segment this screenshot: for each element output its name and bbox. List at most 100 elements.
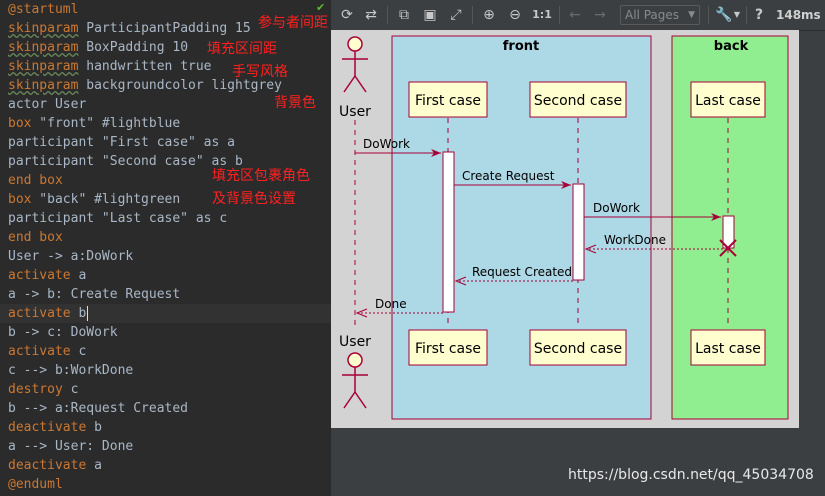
annotation-box-padding: 填充区间距 xyxy=(207,41,277,57)
code-line[interactable]: deactivate b xyxy=(8,418,102,437)
code-token: b xyxy=(86,420,102,435)
text-caret xyxy=(87,306,89,321)
code-token: a xyxy=(86,458,102,473)
code-line[interactable]: end box xyxy=(8,228,63,247)
expand-icon[interactable]: ⤢ xyxy=(446,5,466,25)
code-line[interactable]: box "back" #lightgreen xyxy=(8,190,180,209)
code-token: skinparam xyxy=(8,78,79,93)
refresh-icon[interactable]: ⟳ xyxy=(337,5,357,25)
dropdown-caret-icon[interactable]: ▼ xyxy=(732,5,742,25)
code-line[interactable]: actor User xyxy=(8,95,86,114)
participant-last-case-top-label: Last case xyxy=(695,93,761,109)
code-token: c --> b:WorkDone xyxy=(8,363,134,378)
participant-last-case-bottom-label: Last case xyxy=(695,341,761,357)
code-token: activate xyxy=(8,268,71,283)
code-token: skinparam xyxy=(8,21,79,36)
code-token: participant "First case" as a xyxy=(8,135,235,150)
code-token: BoxPadding 10 xyxy=(78,40,189,55)
code-line[interactable]: skinparam handwritten true xyxy=(8,57,212,76)
code-token: destroy xyxy=(8,382,63,397)
code-token: box xyxy=(8,116,32,131)
annotation-participant-padding: 参与者间距 xyxy=(258,15,328,31)
annotation-box-desc-2: 及背景色设置 xyxy=(212,191,296,207)
code-token: ParticipantPadding 15 xyxy=(78,21,251,36)
code-line[interactable]: participant "Last case" as c xyxy=(8,209,227,228)
zoom-out-icon[interactable]: ⊖ xyxy=(505,5,525,25)
annotation-handwritten: 手写风格 xyxy=(232,64,288,80)
code-line[interactable]: end box xyxy=(8,171,63,190)
message-label-2: Create Request xyxy=(462,169,555,183)
code-line[interactable]: a -> b: Create Request xyxy=(8,285,180,304)
code-token: c xyxy=(62,382,79,397)
code-line[interactable]: @startuml xyxy=(8,0,78,19)
code-token: end box xyxy=(8,230,63,245)
code-line[interactable]: User -> a:DoWork xyxy=(8,247,133,266)
participant-second-case-bottom-label: Second case xyxy=(534,341,622,357)
code-token: participant "Second case" as b xyxy=(8,154,243,169)
zoom-actual-button[interactable]: 1:1 xyxy=(531,5,553,25)
code-token: b -> c: DoWork xyxy=(8,325,118,340)
code-token: a --> User: Done xyxy=(8,439,134,454)
toolbar-separator xyxy=(746,6,747,24)
pages-select[interactable]: All Pages ▼ xyxy=(620,5,700,25)
code-line[interactable]: deactivate a xyxy=(8,456,102,475)
code-line[interactable]: box "front" #lightblue xyxy=(8,114,180,133)
code-token: b --> a:Request Created xyxy=(8,401,189,416)
pages-select-value: All Pages xyxy=(625,8,679,22)
code-token: "front" #lightblue xyxy=(31,116,181,131)
code-token: skinparam xyxy=(8,40,79,55)
code-token: @startuml xyxy=(8,2,79,17)
annotation-background: 背景色 xyxy=(274,95,316,111)
code-line[interactable]: participant "First case" as a xyxy=(8,133,235,152)
actor-user-bottom-label: User xyxy=(339,334,371,350)
code-line[interactable]: b --> a:Request Created xyxy=(8,399,188,418)
watermark: https://blog.csdn.net/qq_45034708 xyxy=(568,467,814,483)
box-front-title: front xyxy=(503,39,539,54)
code-token: User -> a:DoWork xyxy=(8,249,134,264)
code-line[interactable]: activate b xyxy=(0,304,331,323)
toolbar-separator xyxy=(387,6,388,24)
toolbar-separator xyxy=(559,6,560,24)
code-token: deactivate xyxy=(8,458,87,473)
code-token: b xyxy=(70,306,87,321)
activation-second-case xyxy=(572,183,585,281)
wrench-icon[interactable]: 🔧 xyxy=(714,5,734,25)
participant-second-case-top-label: Second case xyxy=(534,93,622,109)
code-token: participant "Last case" as c xyxy=(8,211,228,226)
code-line[interactable]: skinparam ParticipantPadding 15 xyxy=(8,19,251,38)
message-label-3: DoWork xyxy=(593,201,640,215)
code-line[interactable]: destroy c xyxy=(8,380,78,399)
box-back-title: back xyxy=(714,39,749,54)
code-token: activate xyxy=(8,344,71,359)
preview-panel: ⟳ ⇄ ⧉ ▣ ⤢ ⊕ ⊖ 1:1 ← → All Pages ▼ 🔧 ▼ ? … xyxy=(331,0,825,496)
code-token: handwritten true xyxy=(78,59,212,74)
code-token: end box xyxy=(8,173,63,188)
arrow-left-icon[interactable]: ← xyxy=(565,5,585,25)
code-line[interactable]: b -> c: DoWork xyxy=(8,323,118,342)
code-line[interactable]: @enduml xyxy=(8,475,63,494)
code-token: a -> b: Create Request xyxy=(8,287,181,302)
annotation-box-desc-1: 填充区包裹角色 xyxy=(212,168,310,184)
code-line[interactable]: participant "Second case" as b xyxy=(8,152,243,171)
sequence-diagram: front back User User First case Second c… xyxy=(331,30,799,428)
code-token: activate xyxy=(8,306,71,321)
sync-icon[interactable]: ⇄ xyxy=(361,5,381,25)
code-line[interactable]: skinparam BoxPadding 10 xyxy=(8,38,188,57)
arrow-right-icon[interactable]: → xyxy=(590,5,610,25)
code-line[interactable]: activate a xyxy=(8,266,86,285)
code-token: a xyxy=(70,268,87,283)
copy-icon[interactable]: ⧉ xyxy=(394,5,414,25)
save-icon[interactable]: ▣ xyxy=(420,5,440,25)
code-token: box xyxy=(8,192,32,207)
participant-first-case-top-label: First case xyxy=(415,93,481,109)
message-label-1: DoWork xyxy=(363,137,410,151)
code-line[interactable]: activate c xyxy=(8,342,86,361)
preview-toolbar: ⟳ ⇄ ⧉ ▣ ⤢ ⊕ ⊖ 1:1 ← → All Pages ▼ 🔧 ▼ ? … xyxy=(331,0,825,31)
activation-first-case xyxy=(442,151,455,313)
actor-user-top-label: User xyxy=(339,104,371,120)
code-line[interactable]: a --> User: Done xyxy=(8,437,133,456)
zoom-in-icon[interactable]: ⊕ xyxy=(479,5,499,25)
code-token: actor User xyxy=(8,97,87,112)
help-icon[interactable]: ? xyxy=(752,5,766,25)
code-line[interactable]: c --> b:WorkDone xyxy=(8,361,133,380)
